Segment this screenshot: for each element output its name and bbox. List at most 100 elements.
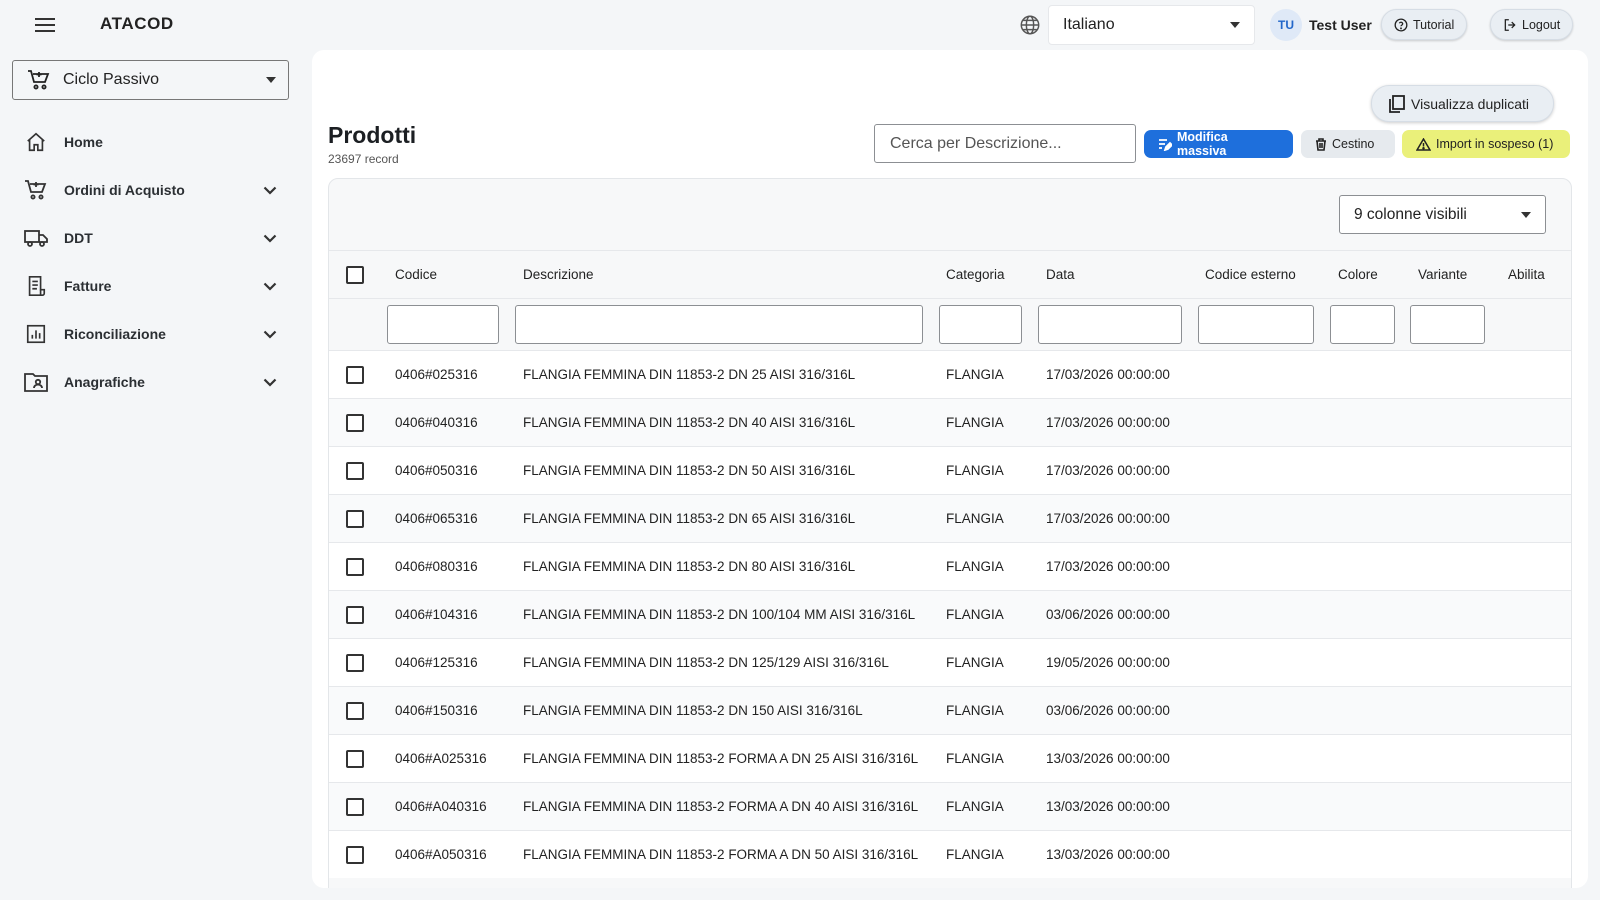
sidebar-item-home[interactable]: Home xyxy=(12,122,289,162)
cell-codice: 0406#065316 xyxy=(395,511,478,526)
invoice-icon xyxy=(24,274,48,298)
cell-descrizione: FLANGIA FEMMINA DIN 11853-2 DN 65 AISI 3… xyxy=(523,511,856,526)
sidebar-item-label: Ordini di Acquisto xyxy=(64,182,185,198)
cell-data: 13/03/2026 00:00:00 xyxy=(1046,847,1170,862)
table-row[interactable]: 0406#050316 FLANGIA FEMMINA DIN 11853-2 … xyxy=(329,446,1571,494)
cell-codice: 0406#025316 xyxy=(395,367,478,382)
cell-descrizione: FLANGIA FEMMINA DIN 11853-2 DN 125/129 A… xyxy=(523,655,889,670)
home-icon xyxy=(24,130,48,154)
module-select[interactable]: Ciclo Passivo xyxy=(12,60,289,100)
table-row[interactable]: 0406#A025316 FLANGIA FEMMINA DIN 11853-2… xyxy=(329,734,1571,782)
view-duplicates-button[interactable]: Visualizza duplicati xyxy=(1371,85,1554,122)
cart-icon xyxy=(27,69,51,91)
filter-data-input[interactable] xyxy=(1038,305,1182,344)
row-checkbox[interactable] xyxy=(346,846,364,864)
hamburger-menu-icon[interactable] xyxy=(30,11,60,39)
chevron-down-icon[interactable] xyxy=(263,330,277,339)
column-header-variante[interactable]: Variante xyxy=(1418,251,1467,298)
cell-codice: 0406#040316 xyxy=(395,415,478,430)
sidebar-item-ordini-di-acquisto[interactable]: Ordini di Acquisto xyxy=(12,170,289,210)
tutorial-button[interactable]: Tutorial xyxy=(1381,9,1468,40)
filter-colore-input[interactable] xyxy=(1330,305,1395,344)
visible-columns-select[interactable]: 9 colonne visibili xyxy=(1339,195,1546,234)
search-input[interactable] xyxy=(874,124,1136,163)
row-checkbox[interactable] xyxy=(346,510,364,528)
table-row[interactable]: 0406#104316 FLANGIA FEMMINA DIN 11853-2 … xyxy=(329,590,1571,638)
table-row[interactable]: 0406#040316 FLANGIA FEMMINA DIN 11853-2 … xyxy=(329,398,1571,446)
column-header-codice[interactable]: Codice xyxy=(395,251,437,298)
cell-categoria: FLANGIA xyxy=(946,607,1004,622)
table-row[interactable]: 0406#125316 FLANGIA FEMMINA DIN 11853-2 … xyxy=(329,638,1571,686)
products-table: 9 colonne visibili Codice Descrizione Ca… xyxy=(328,178,1572,888)
column-header-colore[interactable]: Colore xyxy=(1338,251,1378,298)
sidebar-item-riconciliazione[interactable]: Riconciliazione xyxy=(12,314,289,354)
logout-icon xyxy=(1503,18,1517,32)
table-row[interactable]: 0406#080316 FLANGIA FEMMINA DIN 11853-2 … xyxy=(329,542,1571,590)
cell-descrizione: FLANGIA FEMMINA DIN 11853-2 DN 40 AISI 3… xyxy=(523,415,856,430)
table-filter-row xyxy=(329,298,1571,350)
edit-list-icon xyxy=(1158,138,1172,151)
cell-categoria: FLANGIA xyxy=(946,511,1004,526)
column-header-codice-esterno[interactable]: Codice esterno xyxy=(1205,251,1296,298)
filter-codice-esterno-input[interactable] xyxy=(1198,305,1314,344)
cell-descrizione: FLANGIA FEMMINA DIN 11853-2 FORMA A DN 5… xyxy=(523,847,919,862)
table-row[interactable]: 0406#065316 FLANGIA FEMMINA DIN 11853-2 … xyxy=(329,494,1571,542)
table-grid: Codice Descrizione Categoria Data Codice… xyxy=(329,250,1571,878)
chart-report-icon xyxy=(24,322,48,346)
chevron-down-icon[interactable] xyxy=(263,378,277,387)
main-panel: Visualizza duplicati Prodotti 23697 reco… xyxy=(312,50,1588,888)
cell-data: 17/03/2026 00:00:00 xyxy=(1046,415,1170,430)
column-header-descrizione[interactable]: Descrizione xyxy=(523,251,594,298)
cell-categoria: FLANGIA xyxy=(946,655,1004,670)
chevron-down-icon[interactable] xyxy=(263,186,277,195)
row-checkbox[interactable] xyxy=(346,654,364,672)
sidebar-item-fatture[interactable]: Fatture xyxy=(12,266,289,306)
bulk-edit-button[interactable]: Modifica massiva xyxy=(1144,130,1293,158)
chevron-down-icon[interactable] xyxy=(263,282,277,291)
row-checkbox[interactable] xyxy=(346,750,364,768)
globe-icon xyxy=(1019,14,1041,36)
sidebar-item-label: Home xyxy=(64,134,103,150)
cell-data: 17/03/2026 00:00:00 xyxy=(1046,367,1170,382)
chevron-down-icon[interactable] xyxy=(263,234,277,243)
filter-descrizione-input[interactable] xyxy=(515,305,923,344)
cell-codice: 0406#050316 xyxy=(395,463,478,478)
table-row[interactable]: 0406#025316 FLANGIA FEMMINA DIN 11853-2 … xyxy=(329,350,1571,398)
row-checkbox[interactable] xyxy=(346,702,364,720)
sidebar-item-ddt[interactable]: DDT xyxy=(12,218,289,258)
filter-codice-input[interactable] xyxy=(387,305,499,344)
logout-button[interactable]: Logout xyxy=(1490,9,1574,40)
filter-categoria-input[interactable] xyxy=(939,305,1022,344)
trash-button[interactable]: Cestino xyxy=(1301,130,1395,158)
language-select[interactable]: Italiano xyxy=(1048,5,1255,45)
row-checkbox[interactable] xyxy=(346,558,364,576)
cell-descrizione: FLANGIA FEMMINA DIN 11853-2 DN 25 AISI 3… xyxy=(523,367,856,382)
filter-variante-input[interactable] xyxy=(1410,305,1485,344)
table-row[interactable]: 0406#150316 FLANGIA FEMMINA DIN 11853-2 … xyxy=(329,686,1571,734)
column-header-abilita[interactable]: Abilita xyxy=(1508,251,1545,298)
select-all-checkbox[interactable] xyxy=(346,266,364,284)
pending-import-label: Import in sospeso (1) xyxy=(1436,137,1554,151)
column-header-data[interactable]: Data xyxy=(1046,251,1075,298)
row-checkbox[interactable] xyxy=(346,462,364,480)
row-checkbox[interactable] xyxy=(346,606,364,624)
row-checkbox[interactable] xyxy=(346,414,364,432)
warning-icon xyxy=(1416,137,1431,151)
module-select-value: Ciclo Passivo xyxy=(63,71,160,88)
column-header-categoria[interactable]: Categoria xyxy=(946,251,1005,298)
table-header-row: Codice Descrizione Categoria Data Codice… xyxy=(329,250,1571,298)
cell-codice: 0406#125316 xyxy=(395,655,478,670)
pending-import-button[interactable]: Import in sospeso (1) xyxy=(1402,130,1570,158)
caret-down-icon xyxy=(1230,22,1240,28)
cell-descrizione: FLANGIA FEMMINA DIN 11853-2 FORMA A DN 4… xyxy=(523,799,919,814)
cell-codice: 0406#A025316 xyxy=(395,751,487,766)
table-row[interactable]: 0406#A050316 FLANGIA FEMMINA DIN 11853-2… xyxy=(329,830,1571,878)
row-checkbox[interactable] xyxy=(346,366,364,384)
table-row[interactable]: 0406#A040316 FLANGIA FEMMINA DIN 11853-2… xyxy=(329,782,1571,830)
cell-categoria: FLANGIA xyxy=(946,751,1004,766)
avatar[interactable]: TU xyxy=(1270,9,1302,41)
view-duplicates-label: Visualizza duplicati xyxy=(1411,95,1530,112)
cell-descrizione: FLANGIA FEMMINA DIN 11853-2 DN 100/104 M… xyxy=(523,607,916,622)
row-checkbox[interactable] xyxy=(346,798,364,816)
sidebar-item-anagrafiche[interactable]: Anagrafiche xyxy=(12,362,289,402)
